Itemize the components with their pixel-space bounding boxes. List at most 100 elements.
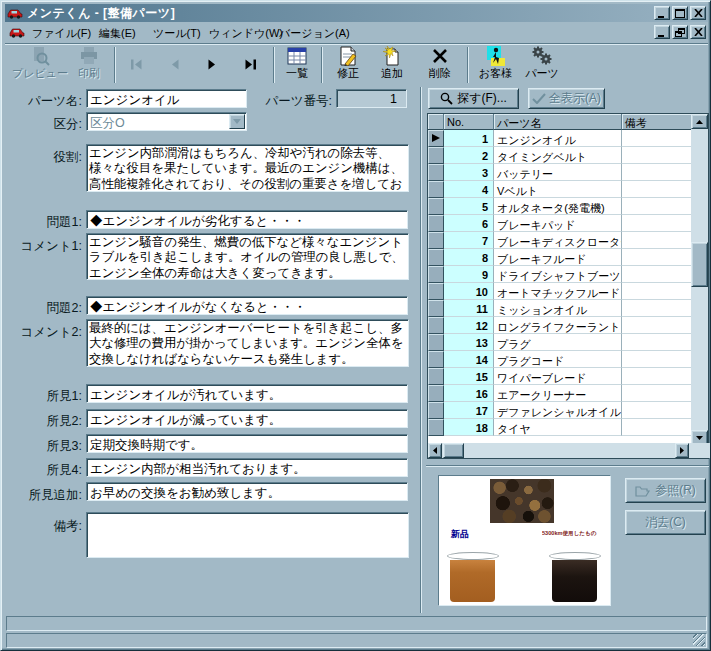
menu-version[interactable]: バージョン(A)	[279, 26, 350, 41]
scroll-up-icon[interactable]	[691, 114, 708, 129]
table-vscrollbar[interactable]	[691, 114, 708, 445]
clear-button[interactable]: 消去(C)	[625, 510, 706, 535]
finding1-input[interactable]: エンジンオイルが汚れています。	[86, 384, 408, 403]
table-row[interactable]: 5 オルタネータ(発電機)	[428, 198, 692, 215]
header-note[interactable]: 備考	[622, 114, 692, 130]
table-row[interactable]: 16 エアークリーナー	[428, 385, 692, 402]
table-row[interactable]: 7 ブレーキディスクローター	[428, 232, 692, 249]
table-row[interactable]: 1 エンジンオイル	[428, 130, 692, 147]
add-button[interactable]: 追加	[371, 45, 413, 84]
table-row[interactable]: 4 Vベルト	[428, 181, 692, 198]
row-selector[interactable]	[428, 402, 444, 419]
scroll-right-icon[interactable]	[675, 443, 689, 458]
table-hscrollbar[interactable]	[428, 443, 710, 458]
table-row[interactable]: 13 プラグ	[428, 334, 692, 351]
table-row[interactable]: 14 プラグコード	[428, 351, 692, 368]
table-row[interactable]: 6 ブレーキパッド	[428, 215, 692, 232]
scroll-left-icon[interactable]	[428, 443, 442, 458]
hscroll-thumb[interactable]	[443, 443, 464, 458]
table-row[interactable]: 11 ミッションオイル	[428, 300, 692, 317]
row-name: プラグコード	[494, 351, 622, 368]
child-close-button[interactable]	[690, 25, 706, 39]
row-selector[interactable]	[428, 334, 444, 351]
delete-button[interactable]: 削除	[419, 45, 461, 84]
row-selector[interactable]	[428, 351, 444, 368]
notes-textarea[interactable]	[86, 512, 409, 558]
row-selector[interactable]	[428, 147, 444, 164]
row-selector[interactable]	[428, 419, 444, 436]
nav-next-button[interactable]	[193, 45, 231, 84]
find-button[interactable]: 探す(F)...	[428, 88, 519, 109]
row-no: 7	[444, 232, 494, 249]
finding2-input[interactable]: エンジンオイルが減っています。	[86, 409, 408, 428]
table-row[interactable]: 10 オートマチックフルード	[428, 283, 692, 300]
comment2-textarea[interactable]: 最終的には、エンジンオーバーヒートを引き起こし、多大な修理の費用が掛かってしまい…	[86, 319, 409, 367]
header-no[interactable]: No.	[444, 114, 494, 130]
maximize-button[interactable]	[672, 6, 688, 20]
menu-window[interactable]: ウィンドウ(W)	[209, 26, 283, 41]
row-note	[622, 215, 692, 232]
table-row[interactable]: 18 タイヤ	[428, 419, 692, 436]
table-row[interactable]: 17 デファレンシャルオイル	[428, 402, 692, 419]
child-restore-button[interactable]	[672, 25, 688, 39]
row-selector[interactable]	[428, 249, 444, 266]
close-button[interactable]	[690, 6, 706, 20]
row-selector[interactable]	[428, 385, 444, 402]
print-button[interactable]: 印刷	[67, 45, 111, 84]
preview-button[interactable]: プレビュー	[13, 45, 67, 84]
nav-first-button[interactable]	[117, 45, 155, 84]
problem1-input[interactable]: ◆エンジンオイルが劣化すると・・・	[86, 210, 408, 229]
row-selector[interactable]	[428, 198, 444, 215]
parts-name-input[interactable]: エンジンオイル	[86, 89, 247, 108]
menu-tools[interactable]: ツール(T)	[153, 26, 201, 41]
row-selector[interactable]	[428, 164, 444, 181]
vscroll-thumb[interactable]	[691, 242, 708, 287]
edit-button[interactable]: 修正	[327, 45, 369, 84]
row-selector[interactable]	[428, 266, 444, 283]
row-selector[interactable]	[428, 130, 444, 147]
part-image-panel: 新品 5300km使用したもの	[438, 475, 611, 606]
row-name: オルタネータ(発電機)	[494, 198, 622, 215]
problem2-input[interactable]: ◆エンジンオイルがなくなると・・・	[86, 296, 408, 315]
finding3-input[interactable]: 定期交換時期です。	[86, 434, 408, 453]
finding-extra-input[interactable]: お早めの交換をお勧め致します。	[86, 482, 408, 501]
show-all-button[interactable]: 全表示(A)	[528, 88, 605, 109]
chevron-down-icon[interactable]	[229, 114, 245, 129]
mdi-child-icon[interactable]	[9, 26, 25, 38]
category-select[interactable]: 区分O	[86, 112, 247, 131]
notes-label: 備考:	[1, 518, 82, 535]
nav-prev-button[interactable]	[155, 45, 193, 84]
row-note	[622, 317, 692, 334]
row-selector[interactable]	[428, 300, 444, 317]
table-row[interactable]: 12 ロングライフクーラント	[428, 317, 692, 334]
child-minimize-button[interactable]	[654, 25, 670, 39]
browse-button[interactable]: 参照(R)	[625, 478, 706, 503]
role-textarea[interactable]: エンジン内部潤滑はもちろん、冷却や汚れの除去等、様々な役目を果たしています。最近…	[86, 144, 409, 192]
row-selector[interactable]	[428, 181, 444, 198]
row-selector[interactable]	[428, 283, 444, 300]
finding4-input[interactable]: エンジン内部が相当汚れております。	[86, 458, 408, 477]
row-name: ドライブシャフトブーツ	[494, 266, 622, 283]
row-selector[interactable]	[428, 368, 444, 385]
row-selector[interactable]	[428, 317, 444, 334]
resize-grip[interactable]	[693, 634, 705, 646]
menu-file[interactable]: ファイル(F)	[32, 26, 91, 41]
row-selector[interactable]	[428, 232, 444, 249]
row-no: 3	[444, 164, 494, 181]
table-row[interactable]: 8 ブレーキフルード	[428, 249, 692, 266]
nav-last-button[interactable]	[231, 45, 269, 84]
table-row[interactable]: 3 バッテリー	[428, 164, 692, 181]
table-row[interactable]: 15 ワイパーブレード	[428, 368, 692, 385]
row-selector[interactable]	[428, 215, 444, 232]
list-button[interactable]: 一覧	[276, 45, 318, 84]
minimize-button[interactable]	[654, 6, 670, 20]
parts-button[interactable]: パーツ	[519, 45, 565, 84]
comment1-textarea[interactable]: エンジン騒音の発生、燃費の低下など様々なエンジントラブルを引き起こします。オイル…	[86, 233, 409, 280]
header-name[interactable]: パーツ名	[494, 114, 622, 130]
row-note	[622, 334, 692, 351]
customer-button[interactable]: お客様	[472, 45, 519, 84]
table-row[interactable]: 9 ドライブシャフトブーツ	[428, 266, 692, 283]
menu-edit[interactable]: 編集(E)	[99, 26, 136, 41]
table-row[interactable]: 2 タイミングベルト	[428, 147, 692, 164]
engine-photo	[490, 479, 554, 523]
